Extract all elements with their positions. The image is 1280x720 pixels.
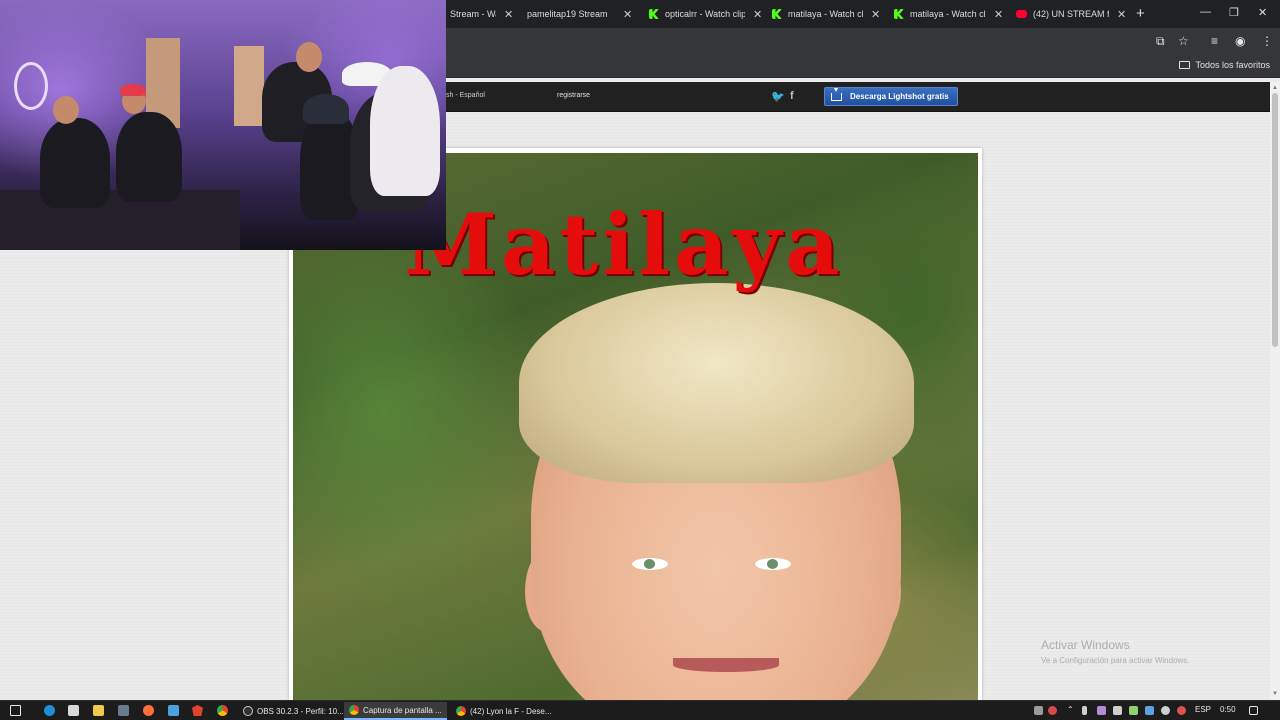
tray-icon[interactable]: [1129, 706, 1138, 715]
scrollbar-thumb[interactable]: [1272, 93, 1278, 347]
scroll-down-icon[interactable]: ▼: [1272, 691, 1278, 697]
record-icon[interactable]: [1177, 706, 1186, 715]
photo-mouth: [673, 658, 779, 672]
input-language[interactable]: ESP: [1195, 705, 1211, 714]
tab-title: (42) UN STREAM ft C: [1033, 9, 1109, 19]
chrome-icon: [349, 705, 359, 715]
browser-tab[interactable]: Stream - Wa ✕: [450, 3, 513, 25]
mic-muted-icon[interactable]: [1048, 706, 1057, 715]
photo-hair: [519, 283, 914, 483]
webcam-table: [0, 190, 240, 250]
browser-tab[interactable]: opticalrr - Watch clip ✕: [649, 3, 762, 25]
store-icon[interactable]: [168, 705, 179, 716]
taskbar-app-obs[interactable]: OBS 30.2.3 - Perfil: 10...: [238, 702, 349, 720]
taskbar-app-label: OBS 30.2.3 - Perfil: 10...: [257, 706, 344, 716]
taskbar-app-label: Captura de pantalla ...: [363, 705, 442, 715]
notifications-icon[interactable]: [1249, 706, 1258, 715]
watermark-line2: Ve a Configuración para activar Windows.: [1041, 656, 1190, 665]
scroll-up-icon[interactable]: ▲: [1272, 85, 1278, 91]
tab-title: pamelitap19 Stream: [527, 9, 608, 19]
tray-icon[interactable]: [1034, 706, 1043, 715]
start-menu-icon[interactable]: [10, 705, 21, 716]
webcam-overlay: [0, 0, 446, 250]
network-icon[interactable]: [1161, 706, 1170, 715]
tab-title: opticalrr - Watch clip: [665, 9, 745, 19]
tab-close-icon[interactable]: ✕: [994, 8, 1003, 21]
facebook-icon[interactable]: f: [790, 90, 794, 102]
kick-icon: [772, 9, 782, 19]
app-icon[interactable]: [68, 705, 79, 716]
download-icon: [831, 87, 842, 101]
youtube-icon: [1016, 10, 1027, 18]
language-selector[interactable]: sh - Español: [446, 92, 485, 99]
obs-icon: [243, 706, 253, 716]
taskbar-app-label: (42) Lyon la F - Dese...: [470, 706, 552, 716]
window-close-icon[interactable]: ✕: [1258, 6, 1267, 19]
webcam-person: [40, 118, 110, 208]
all-favorites-label: Todos los favoritos: [1195, 60, 1270, 70]
tray-icon[interactable]: [1145, 706, 1154, 715]
ring-light: [14, 62, 48, 110]
webcam-person-head: [53, 96, 79, 124]
twitter-icon[interactable]: 🐦: [771, 90, 785, 103]
kick-icon: [649, 9, 659, 19]
chrome-icon: [456, 706, 466, 716]
browser-tab[interactable]: (42) UN STREAM ft C ✕: [1016, 3, 1126, 25]
photo-eye-right: [755, 558, 791, 570]
photo-eye-left: [632, 558, 668, 570]
register-link[interactable]: registrarse: [557, 92, 590, 99]
webcam-red-cap: [120, 84, 146, 96]
bookmark-star-icon[interactable]: ☆: [1178, 34, 1189, 48]
taskbar-app-youtube[interactable]: (42) Lyon la F - Dese...: [451, 702, 557, 720]
menu-icon[interactable]: ⋮: [1261, 34, 1273, 48]
profile-icon[interactable]: ◉: [1235, 34, 1245, 48]
webcam-person: [116, 112, 182, 202]
windows-activation-watermark: Activar Windows Ve a Configuración para …: [1041, 638, 1190, 665]
firefox-icon[interactable]: [143, 705, 154, 716]
media-controls-icon[interactable]: ≡: [1211, 34, 1218, 48]
browser-tab[interactable]: matilaya - Watch clip ✕: [894, 3, 1003, 25]
taskbar-app-capture[interactable]: Captura de pantalla ...: [344, 702, 447, 720]
webcam-person-head: [296, 42, 322, 72]
edge-icon[interactable]: [44, 705, 55, 716]
tab-close-icon[interactable]: ✕: [753, 8, 762, 21]
chevron-up-icon[interactable]: ⌃: [1067, 705, 1074, 714]
download-button-label: Descarga Lightshot gratis: [850, 92, 949, 101]
browser-tab[interactable]: matilaya - Watch clip ✕: [772, 3, 880, 25]
kick-icon: [894, 9, 904, 19]
tab-title: matilaya - Watch clip: [788, 9, 863, 19]
restore-icon[interactable]: ❐: [1229, 6, 1239, 19]
tab-close-icon[interactable]: ✕: [871, 8, 880, 21]
clock-time[interactable]: 0:50: [1220, 705, 1236, 714]
tab-title: matilaya - Watch clip: [910, 9, 986, 19]
file-explorer-icon[interactable]: [93, 705, 104, 716]
webcam-person: [370, 66, 440, 196]
all-favorites-folder[interactable]: Todos los favoritos: [1179, 60, 1270, 70]
chrome-icon[interactable]: [217, 705, 228, 716]
new-tab-icon[interactable]: +: [1136, 5, 1145, 22]
page-scrollbar[interactable]: ▲ ▼: [1270, 82, 1280, 700]
pen-icon[interactable]: [1097, 706, 1106, 715]
microphone-icon[interactable]: [1082, 706, 1087, 715]
tab-close-icon[interactable]: ✕: [1117, 8, 1126, 21]
tab-close-icon[interactable]: ✕: [504, 8, 513, 21]
download-lightshot-button[interactable]: Descarga Lightshot gratis: [824, 87, 958, 106]
brave-icon[interactable]: [192, 705, 203, 716]
browser-tab[interactable]: pamelitap19 Stream ✕: [527, 3, 632, 25]
webcam-ny-cap: [303, 94, 349, 124]
display-icon[interactable]: [1113, 706, 1122, 715]
windows-taskbar: OBS 30.2.3 - Perfil: 10... Captura de pa…: [0, 700, 1280, 720]
mail-icon[interactable]: [118, 705, 129, 716]
tab-close-icon[interactable]: ✕: [623, 8, 632, 21]
tab-title: Stream - Wa: [450, 9, 496, 19]
install-app-icon[interactable]: ⧉: [1156, 34, 1165, 49]
watermark-line1: Activar Windows: [1041, 638, 1130, 652]
overlay-title-text: Matilaya: [404, 195, 844, 294]
webcam-door: [234, 46, 264, 126]
folder-icon: [1179, 61, 1191, 69]
minimize-icon[interactable]: —: [1200, 6, 1211, 18]
